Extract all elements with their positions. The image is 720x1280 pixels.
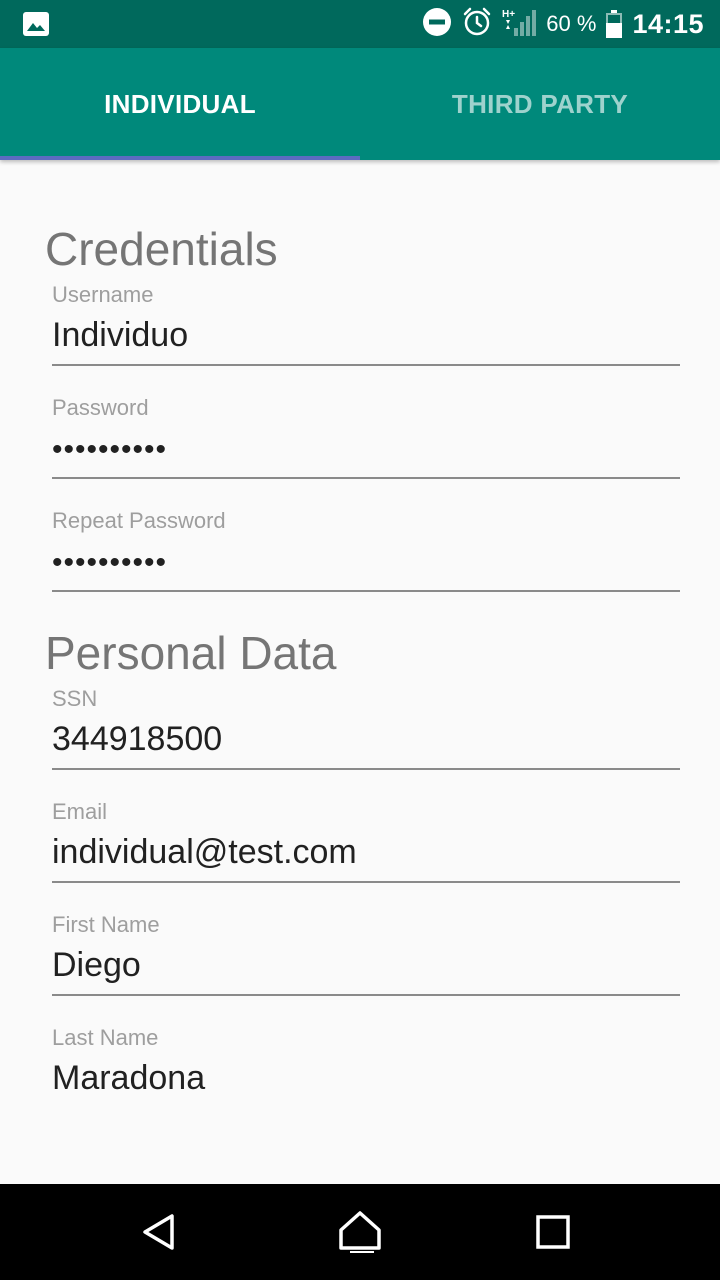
tab-individual[interactable]: INDIVIDUAL: [0, 48, 360, 160]
status-bar: H+ 60 % 14:15: [0, 0, 720, 48]
repeat-password-input[interactable]: ••••••••••: [52, 546, 167, 580]
recents-icon[interactable]: [513, 1184, 593, 1280]
alarm-icon: [462, 7, 492, 42]
ssn-underline: [52, 768, 680, 770]
email-field[interactable]: Email individual@test.com: [52, 799, 680, 895]
username-label: Username: [52, 282, 154, 307]
battery-percent: 60 %: [546, 11, 597, 36]
personal-data-title: Personal Data: [45, 627, 337, 679]
email-label: Email: [52, 799, 108, 824]
tab-third-party[interactable]: THIRD PARTY: [360, 48, 720, 160]
username-underline: [52, 364, 680, 366]
last-name-field[interactable]: Last Name Maradona: [52, 1025, 680, 1121]
password-input[interactable]: ••••••••••: [52, 433, 167, 467]
back-icon[interactable]: [120, 1184, 200, 1280]
first-name-underline: [52, 994, 680, 996]
first-name-field[interactable]: First Name Diego: [52, 912, 680, 1008]
repeat-password-field[interactable]: Repeat Password ••••••••••: [52, 508, 680, 604]
do-not-disturb-icon: [422, 7, 452, 42]
username-field[interactable]: Username Individuo: [52, 282, 680, 378]
navigation-bar: [0, 1184, 720, 1280]
username-input[interactable]: Individuo: [52, 316, 188, 355]
tab-bar: INDIVIDUAL THIRD PARTY: [0, 48, 720, 160]
home-icon[interactable]: [320, 1184, 400, 1280]
clock: 14:15: [632, 8, 704, 39]
first-name-input[interactable]: Diego: [52, 946, 141, 985]
ssn-input[interactable]: 344918500: [52, 720, 222, 759]
password-underline: [52, 477, 680, 479]
email-underline: [52, 881, 680, 883]
tab-indicator: [0, 156, 360, 160]
password-label: Password: [52, 395, 149, 420]
svg-text:H+: H+: [502, 9, 515, 20]
password-field[interactable]: Password ••••••••••: [52, 395, 680, 491]
last-name-label: Last Name: [52, 1025, 159, 1050]
first-name-label: First Name: [52, 912, 160, 937]
last-name-input[interactable]: Maradona: [52, 1059, 205, 1098]
repeat-password-underline: [52, 590, 680, 592]
email-input[interactable]: individual@test.com: [52, 833, 357, 872]
ssn-label: SSN: [52, 686, 98, 711]
credentials-title: Credentials: [45, 223, 278, 275]
repeat-password-label: Repeat Password: [52, 508, 226, 533]
battery-icon: [606, 10, 623, 38]
signal-hplus-icon: H+: [502, 7, 537, 42]
image-icon: [22, 11, 50, 42]
ssn-field[interactable]: SSN 344918500: [52, 686, 680, 782]
